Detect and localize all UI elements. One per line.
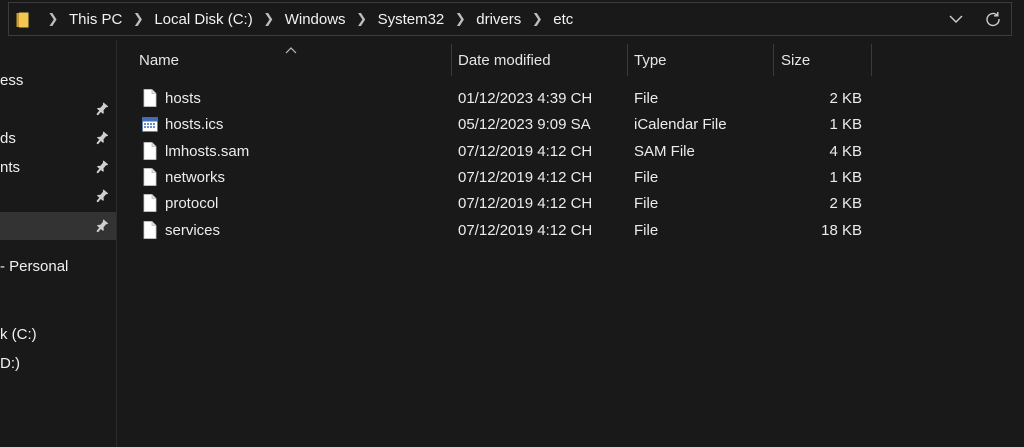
column-header-name[interactable]: Name (139, 44, 179, 76)
column-divider[interactable] (773, 44, 774, 76)
file-date-modified: 07/12/2019 4:12 CH (458, 221, 593, 239)
table-row[interactable]: hosts.ics 05/12/2023 9:09 SA iCalendar F… (117, 111, 1024, 137)
sidebar-item-drive-d[interactable]: D:) (0, 349, 116, 377)
chevron-right-icon[interactable]: ❯ (126, 11, 150, 27)
sidebar-item-local-disk-c[interactable]: k (C:) (0, 320, 116, 348)
sidebar-item-pinned-1[interactable] (0, 95, 116, 123)
table-row[interactable]: networks 07/12/2019 4:12 CH File 1 KB (117, 164, 1024, 190)
navigation-pane: ess ds nts - Personal k (C:) D:) (0, 40, 117, 447)
breadcrumb-windows[interactable]: Windows (281, 11, 350, 28)
file-icon (142, 89, 158, 107)
file-name: lmhosts.sam (165, 142, 250, 160)
address-bar[interactable]: ❯ This PC ❯ Local Disk (C:) ❯ Windows ❯ … (8, 2, 1012, 36)
sort-ascending-icon (285, 42, 297, 54)
file-size: 18 KB (821, 221, 862, 239)
column-divider[interactable] (627, 44, 628, 76)
sidebar-item-label: - Personal (0, 257, 69, 275)
sidebar-item-label: ess (0, 71, 24, 89)
file-date-modified: 07/12/2019 4:12 CH (458, 142, 593, 160)
chevron-right-icon[interactable]: ❯ (350, 11, 374, 27)
folder-icon (16, 12, 29, 28)
calendar-file-icon (142, 115, 158, 133)
file-name: hosts.ics (165, 115, 224, 133)
file-name: protocol (165, 194, 219, 212)
file-type: File (634, 194, 659, 212)
file-date-modified: 07/12/2019 4:12 CH (458, 194, 593, 212)
column-headers: Name Date modified Type Size (117, 44, 1024, 76)
file-size: 2 KB (829, 194, 862, 212)
sidebar-item-documents[interactable]: nts (0, 153, 116, 181)
file-date-modified: 05/12/2023 9:09 SA (458, 115, 591, 133)
file-icon (142, 142, 158, 160)
file-name: services (165, 221, 221, 239)
sidebar-item-downloads[interactable]: ds (0, 124, 116, 152)
table-row[interactable]: protocol 07/12/2019 4:12 CH File 2 KB (117, 190, 1024, 216)
sidebar-item-label: ds (0, 129, 16, 147)
table-row[interactable]: services 07/12/2019 4:12 CH File 18 KB (117, 217, 1024, 243)
file-date-modified: 01/12/2023 4:39 CH (458, 89, 593, 107)
pin-icon (95, 218, 109, 234)
breadcrumb: ❯ This PC ❯ Local Disk (C:) ❯ Windows ❯ … (41, 11, 577, 28)
file-size: 1 KB (829, 168, 862, 186)
file-type: File (634, 221, 659, 239)
file-icon (142, 221, 158, 239)
file-icon (142, 194, 158, 212)
chevron-down-icon[interactable] (938, 3, 974, 35)
file-type: SAM File (634, 142, 695, 160)
chevron-right-icon[interactable]: ❯ (525, 11, 549, 27)
sidebar-item-label: nts (0, 158, 21, 176)
file-size: 1 KB (829, 115, 862, 133)
sidebar-item-label: D:) (0, 354, 20, 372)
pin-icon (95, 130, 109, 146)
sidebar-item-selected[interactable] (0, 212, 116, 240)
table-row[interactable]: hosts 01/12/2023 4:39 CH File 2 KB (117, 85, 1024, 111)
chevron-right-icon[interactable]: ❯ (448, 11, 472, 27)
file-type: File (634, 89, 659, 107)
sidebar-item-pinned-4[interactable] (0, 182, 116, 210)
breadcrumb-local-disk[interactable]: Local Disk (C:) (150, 11, 256, 28)
file-icon (142, 168, 158, 186)
pin-icon (95, 101, 109, 117)
refresh-icon[interactable] (974, 3, 1011, 35)
file-size: 4 KB (829, 142, 862, 160)
pin-icon (95, 188, 109, 204)
file-explorer-window: ❯ This PC ❯ Local Disk (C:) ❯ Windows ❯ … (0, 0, 1024, 447)
sidebar-item-onedrive-personal[interactable]: - Personal (0, 252, 116, 280)
file-name: hosts (165, 89, 201, 107)
breadcrumb-system32[interactable]: System32 (374, 11, 449, 28)
breadcrumb-etc[interactable]: etc (549, 11, 577, 28)
pin-icon (95, 159, 109, 175)
file-type: iCalendar File (634, 115, 727, 133)
breadcrumb-drivers[interactable]: drivers (472, 11, 525, 28)
chevron-right-icon[interactable]: ❯ (41, 11, 65, 27)
column-header-size[interactable]: Size (781, 44, 810, 76)
column-header-date-modified[interactable]: Date modified (458, 44, 551, 76)
column-divider[interactable] (451, 44, 452, 76)
sidebar-item-label: k (C:) (0, 325, 37, 343)
sidebar-item-quick-access[interactable]: ess (0, 66, 116, 94)
column-divider[interactable] (871, 44, 872, 76)
file-type: File (634, 168, 659, 186)
file-name: networks (165, 168, 226, 186)
chevron-right-icon[interactable]: ❯ (257, 11, 281, 27)
file-size: 2 KB (829, 89, 862, 107)
breadcrumb-this-pc[interactable]: This PC (65, 11, 126, 28)
file-date-modified: 07/12/2019 4:12 CH (458, 168, 593, 186)
table-row[interactable]: lmhosts.sam 07/12/2019 4:12 CH SAM File … (117, 138, 1024, 164)
column-header-type[interactable]: Type (634, 44, 667, 76)
